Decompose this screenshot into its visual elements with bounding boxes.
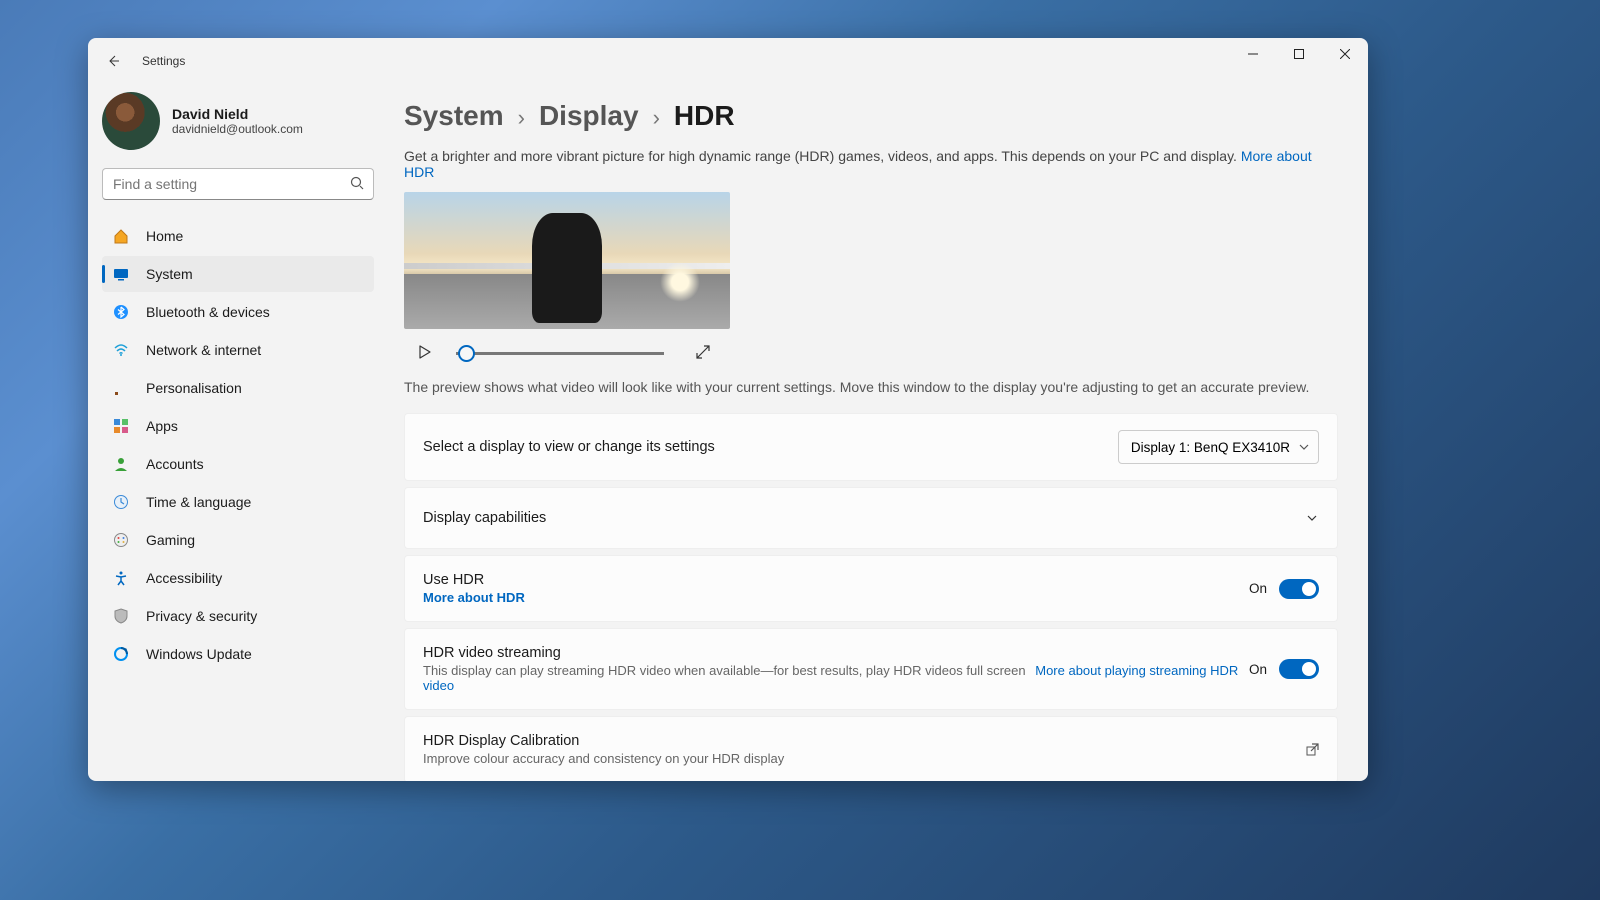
display-select-label: Select a display to view or change its s… [423,439,715,455]
chevron-down-icon [1298,441,1310,456]
close-button[interactable] [1322,38,1368,70]
shield-icon [112,607,130,625]
profile-block[interactable]: David Nield davidnield@outlook.com [88,84,388,168]
chevron-right-icon: › [518,105,525,131]
nav-item-network[interactable]: Network & internet [102,332,374,368]
play-button[interactable] [418,345,434,361]
nav-item-personalisation[interactable]: Personalisation [102,370,374,406]
system-icon [112,265,130,283]
nav-label: Time & language [146,494,251,510]
scrubber-thumb[interactable] [458,345,475,362]
settings-window: Settings David Nield davidnield@outlook.… [88,38,1368,781]
nav-item-accessibility[interactable]: Accessibility [102,560,374,596]
hdr-streaming-card: HDR video streaming This display can pla… [404,628,1338,710]
nav-item-gaming[interactable]: Gaming [102,522,374,558]
streaming-sub: This display can play streaming HDR vide… [423,663,1249,693]
sidebar: David Nield davidnield@outlook.com Home … [88,84,388,781]
nav-label: Apps [146,418,178,434]
hdr-preview-image [404,192,730,329]
nav-item-time-language[interactable]: Time & language [102,484,374,520]
chevron-down-icon [1305,511,1319,525]
display-capabilities-card[interactable]: Display capabilities [404,487,1338,549]
calibration-title: HDR Display Calibration [423,733,784,749]
chevron-right-icon: › [653,105,660,131]
nav-list: Home System Bluetooth & devices Network … [88,218,388,672]
intro-text: Get a brighter and more vibrant picture … [404,148,1338,180]
brush-icon [112,379,130,397]
nav-label: Gaming [146,532,195,548]
streaming-title: HDR video streaming [423,645,1249,661]
search-icon [350,176,364,195]
nav-item-windows-update[interactable]: Windows Update [102,636,374,672]
nav-label: Windows Update [146,646,252,662]
fullscreen-button[interactable] [696,345,712,361]
hdr-calibration-card[interactable]: HDR Display Calibration Improve colour a… [404,716,1338,781]
preview-note: The preview shows what video will look l… [404,379,1338,395]
breadcrumb-hdr: HDR [674,100,735,132]
clock-icon [112,493,130,511]
capabilities-title: Display capabilities [423,510,546,526]
nav-item-apps[interactable]: Apps [102,408,374,444]
use-hdr-toggle[interactable] [1279,579,1319,599]
nav-label: Bluetooth & devices [146,304,270,320]
nav-item-bluetooth[interactable]: Bluetooth & devices [102,294,374,330]
nav-item-home[interactable]: Home [102,218,374,254]
breadcrumb: System › Display › HDR [404,100,1338,132]
nav-item-privacy[interactable]: Privacy & security [102,598,374,634]
nav-label: Privacy & security [146,608,257,624]
intro-body: Get a brighter and more vibrant picture … [404,148,1237,164]
minimize-button[interactable] [1230,38,1276,70]
nav-label: Accessibility [146,570,222,586]
use-hdr-link[interactable]: More about HDR [423,590,525,605]
avatar [102,92,160,150]
user-name: David Nield [172,106,303,122]
nav-item-system[interactable]: System [102,256,374,292]
maximize-button[interactable] [1276,38,1322,70]
nav-label: Accounts [146,456,204,472]
breadcrumb-system[interactable]: System [404,100,504,132]
breadcrumb-display[interactable]: Display [539,100,639,132]
use-hdr-title: Use HDR [423,572,525,588]
display-select-value: Display 1: BenQ EX3410R [1131,440,1290,455]
content-pane: System › Display › HDR Get a brighter an… [388,84,1368,781]
home-icon [112,227,130,245]
titlebar: Settings [88,38,1368,84]
window-controls [1230,38,1368,70]
external-link-icon [1305,743,1319,757]
display-select-card: Select a display to view or change its s… [404,413,1338,481]
display-select-dropdown[interactable]: Display 1: BenQ EX3410R [1118,430,1319,464]
streaming-state: On [1249,662,1267,677]
accessibility-icon [112,569,130,587]
calibration-sub: Improve colour accuracy and consistency … [423,751,784,766]
preview-player [418,345,1338,361]
nav-label: Network & internet [146,342,261,358]
nav-label: Personalisation [146,380,242,396]
use-hdr-state: On [1249,581,1267,596]
user-email: davidnield@outlook.com [172,122,303,136]
streaming-toggle[interactable] [1279,659,1319,679]
apps-icon [112,417,130,435]
search-input[interactable] [102,168,374,200]
video-scrubber[interactable] [456,352,664,355]
wifi-icon [112,341,130,359]
gaming-icon [112,531,130,549]
nav-label: System [146,266,193,282]
update-icon [112,645,130,663]
app-title: Settings [142,54,185,68]
back-button[interactable] [102,50,124,72]
account-icon [112,455,130,473]
use-hdr-card: Use HDR More about HDR On [404,555,1338,622]
bluetooth-icon [112,303,130,321]
nav-label: Home [146,228,183,244]
nav-item-accounts[interactable]: Accounts [102,446,374,482]
